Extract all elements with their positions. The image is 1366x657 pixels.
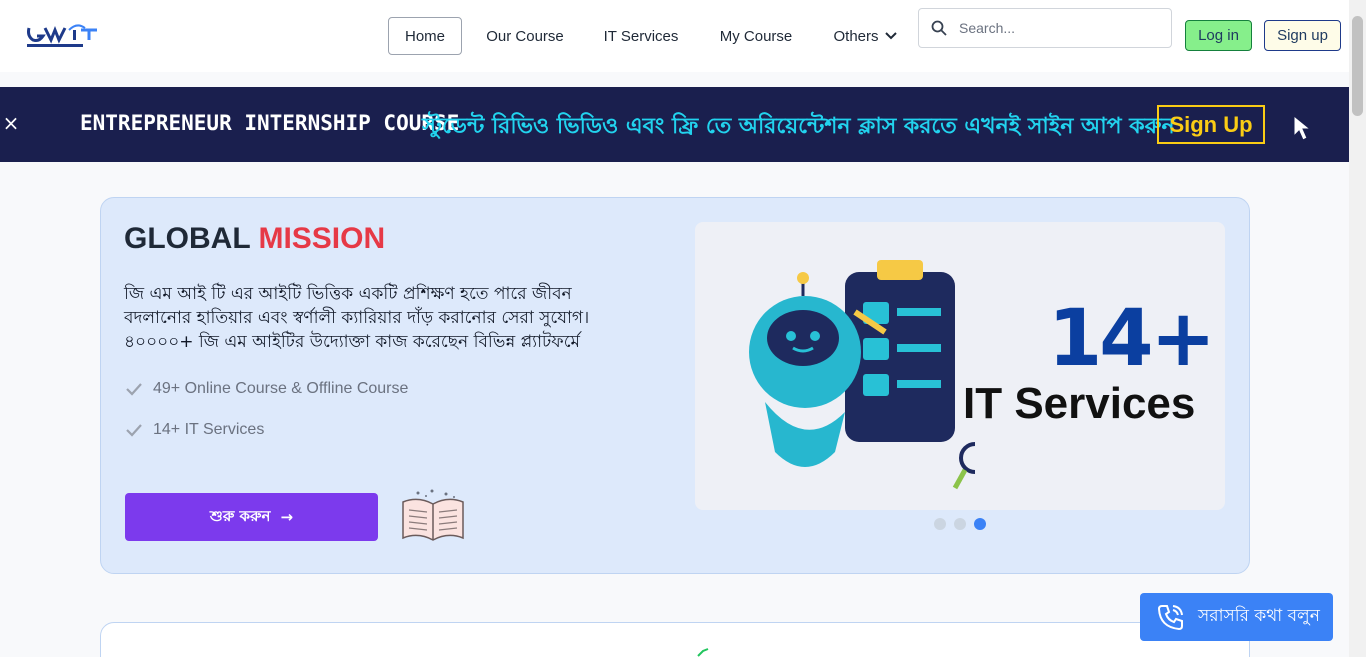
- promo-text: স্টুডেন্ট রিভিও ভিডিও এবং ফ্রি তে অরিয়ে…: [422, 114, 1175, 139]
- gmit-logo[interactable]: [25, 22, 107, 50]
- cursor-icon: [1293, 114, 1312, 141]
- search-icon: [931, 20, 947, 36]
- nav-others-label: Others: [833, 27, 879, 45]
- search-input[interactable]: [959, 20, 1159, 36]
- start-button-label: শুরু করুন: [209, 506, 271, 525]
- slide-subheadline: IT Services: [963, 379, 1196, 428]
- nav-home[interactable]: Home: [388, 17, 462, 55]
- carousel-dot[interactable]: [934, 518, 946, 530]
- call-button[interactable]: সরাসরি কথা বলুন: [1140, 593, 1333, 641]
- nav-it-services-label: IT Services: [603, 27, 679, 45]
- nav-my-course-label: My Course: [719, 27, 793, 45]
- open-book-icon: [402, 489, 464, 541]
- chevron-down-icon: [884, 32, 897, 40]
- nav-others-dropdown[interactable]: Others: [824, 17, 906, 55]
- nav-our-course[interactable]: Our Course: [478, 17, 572, 55]
- hero-title: GLOBAL MISSION: [124, 222, 385, 256]
- page-scrollbar[interactable]: [1349, 0, 1366, 657]
- hero-title-accent: MISSION: [258, 222, 386, 255]
- promo-signup-button[interactable]: Sign Up: [1157, 105, 1265, 144]
- feature-item: 14+ IT Services: [125, 421, 264, 439]
- feature-label: 14+ IT Services: [153, 421, 265, 438]
- signup-label: Sign up: [1277, 27, 1328, 44]
- slide-headline: 14+: [1048, 294, 1216, 384]
- check-icon: [697, 648, 709, 657]
- close-icon[interactable]: ×: [2, 113, 20, 133]
- next-section-card: [100, 622, 1250, 657]
- login-button[interactable]: Log in: [1185, 20, 1252, 51]
- arrow-right-icon: →: [280, 508, 294, 526]
- carousel-dot[interactable]: [954, 518, 966, 530]
- promo-signup-label: Sign Up: [1169, 111, 1253, 137]
- carousel-dots: [934, 518, 986, 530]
- hero-description: জি এম আই টি এর আইটি ভিত্তিক একটি প্রশিক্…: [124, 284, 590, 352]
- promo-banner: × ENTREPRENEUR INTERNSHIP COURSE স্টুডেন…: [0, 87, 1349, 162]
- nav-my-course[interactable]: My Course: [710, 17, 802, 55]
- phone-icon: [1157, 605, 1183, 631]
- hero-slide-image: 14+ IT Services: [695, 222, 1225, 510]
- signup-button[interactable]: Sign up: [1264, 20, 1341, 51]
- promo-title: ENTREPRENEUR INTERNSHIP COURSE: [80, 111, 460, 135]
- search-box[interactable]: [918, 8, 1172, 48]
- call-button-label: সরাসরি কথা বলুন: [1198, 606, 1320, 626]
- feature-item: 49+ Online Course & Offline Course: [125, 380, 408, 398]
- nav-it-services[interactable]: IT Services: [594, 17, 688, 55]
- check-icon: [126, 424, 142, 437]
- start-button[interactable]: শুরু করুন →: [125, 493, 378, 541]
- site-header: Home Our Course IT Services My Course Ot…: [0, 0, 1349, 72]
- robot-clipboard-illustration: [749, 260, 975, 490]
- hero-title-main: GLOBAL: [124, 222, 259, 255]
- login-label: Log in: [1198, 27, 1239, 44]
- nav-home-label: Home: [404, 27, 445, 45]
- scrollbar-thumb[interactable]: [1352, 16, 1363, 116]
- nav-our-course-label: Our Course: [486, 27, 564, 45]
- carousel-dot-active[interactable]: [974, 518, 986, 530]
- feature-label: 49+ Online Course & Offline Course: [153, 380, 409, 397]
- check-icon: [126, 383, 142, 396]
